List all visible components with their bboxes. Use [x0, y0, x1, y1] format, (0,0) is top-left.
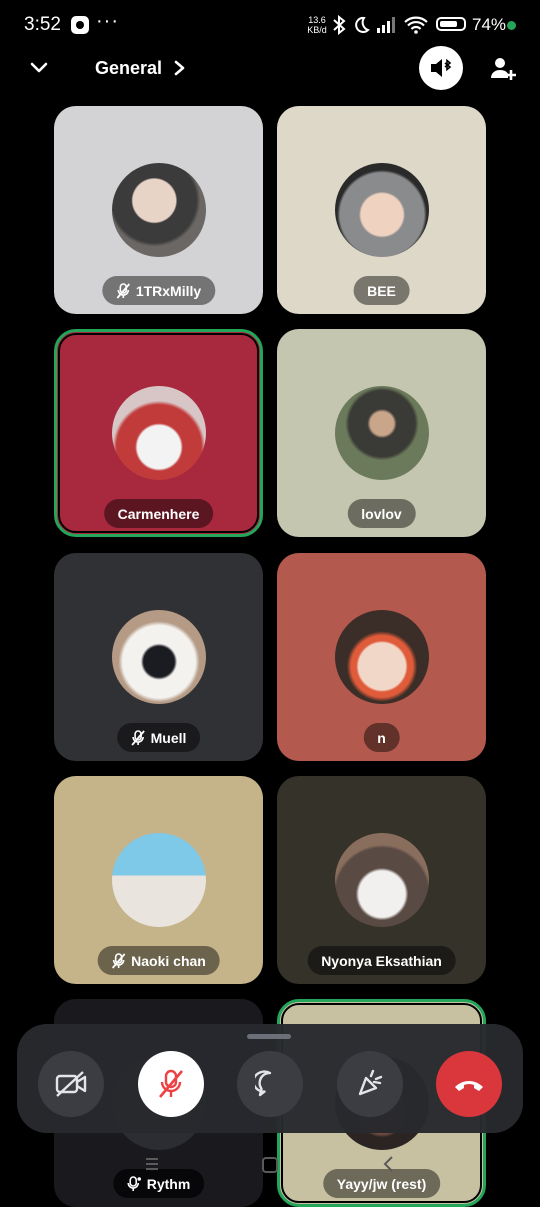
soundboard-icon [358, 1069, 383, 1096]
avatar [334, 163, 429, 257]
battery-icon [436, 17, 466, 31]
participant-tile[interactable]: Naoki chan [54, 776, 263, 984]
avatar [111, 833, 206, 927]
network-speed-value: 13.6 [308, 15, 326, 25]
more-notifications-icon: ··· [96, 10, 119, 32]
bluetooth-icon [333, 15, 346, 35]
avatar [334, 610, 429, 704]
back-icon[interactable] [380, 1155, 398, 1173]
participant-name: Naoki chan [131, 952, 206, 969]
camera-off-icon [55, 1071, 87, 1097]
participant-tile[interactable]: 1TRxMilly [54, 106, 263, 314]
participant-tile[interactable]: lovlov [277, 329, 486, 537]
avatar [334, 833, 429, 927]
participant-name: Muell [150, 729, 187, 746]
participant-name-pill: lovlov [347, 499, 416, 528]
app-notification-icon [71, 16, 89, 34]
mic-muted-icon [130, 729, 145, 746]
chevron-right-icon[interactable] [172, 57, 188, 79]
participant-name: Nyonya Eksathian [321, 952, 442, 969]
network-speed: 13.6 KB/d [304, 15, 330, 35]
participant-name: lovlov [361, 505, 402, 522]
participant-tile[interactable]: Nyonya Eksathian [277, 776, 486, 984]
mute-toggle-button[interactable] [138, 1051, 204, 1117]
soundboard-button[interactable] [337, 1051, 403, 1117]
call-controls [17, 1024, 523, 1133]
participant-tile[interactable]: n [277, 553, 486, 761]
participant-name-pill: Muell [116, 723, 201, 752]
participant-tile-speaking[interactable]: Carmenhere [54, 329, 263, 537]
mic-muted-icon [111, 952, 125, 969]
participant-name: 1TRxMilly [135, 282, 202, 299]
avatar [334, 386, 429, 480]
participant-name: n [377, 729, 386, 746]
participant-name-pill: n [363, 723, 400, 752]
call-header: General [0, 44, 540, 94]
add-user-icon[interactable] [488, 54, 518, 84]
mic-off-icon [159, 1069, 183, 1098]
chevron-down-icon[interactable] [28, 56, 50, 78]
network-speed-unit: KB/d [307, 25, 327, 35]
drag-handle[interactable] [247, 1034, 291, 1039]
status-time: 3:52 [24, 14, 61, 35]
end-call-icon [455, 1081, 483, 1091]
participant-name: Carmenhere [117, 505, 200, 522]
system-nav-bar [0, 1150, 540, 1180]
avatar [111, 163, 206, 257]
recent-apps-icon[interactable] [143, 1155, 161, 1173]
speaker-bluetooth-icon [431, 58, 452, 77]
avatar [111, 610, 206, 704]
channel-title[interactable]: General [95, 58, 162, 79]
battery-dot-icon [507, 21, 516, 30]
participant-tile[interactable]: BEE [277, 106, 486, 314]
home-icon[interactable] [260, 1155, 280, 1175]
end-call-button[interactable] [436, 1051, 502, 1117]
participant-name-pill: Nyonya Eksathian [307, 946, 456, 975]
battery-percent: 74% [472, 15, 507, 34]
participant-tile[interactable]: Muell [54, 553, 263, 761]
chat-button[interactable] [237, 1051, 303, 1117]
chat-icon [255, 1070, 272, 1097]
signal-icon [377, 17, 395, 33]
participant-name-pill: BEE [353, 276, 410, 305]
wifi-icon [404, 16, 428, 34]
participant-name-pill: Carmenhere [103, 499, 214, 528]
avatar [111, 386, 206, 480]
participant-name-pill: Naoki chan [97, 946, 220, 975]
audio-output-button[interactable] [419, 46, 463, 90]
participant-name-pill: 1TRxMilly [101, 276, 216, 305]
participant-name: BEE [367, 282, 396, 299]
camera-toggle-button[interactable] [38, 1051, 104, 1117]
mic-muted-icon [116, 282, 130, 299]
moon-icon [355, 16, 370, 33]
